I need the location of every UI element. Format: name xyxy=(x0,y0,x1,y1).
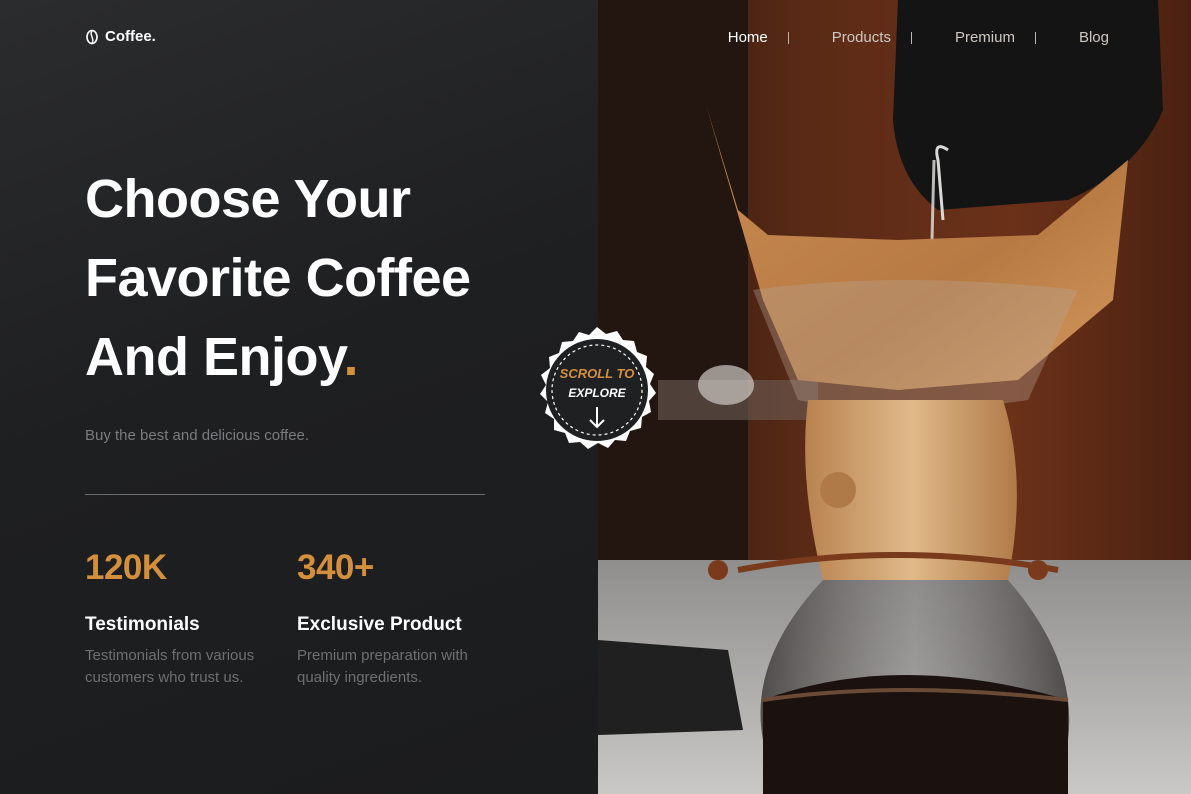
hero-subtitle: Buy the best and delicious coffee. xyxy=(85,427,310,444)
stat-description-line-1: Testimonials from various xyxy=(85,647,255,664)
stat-description-line-2: quality ingredients. xyxy=(297,669,423,686)
nav-blog[interactable]: Blog xyxy=(1079,29,1109,46)
stat-title: Exclusive Product xyxy=(297,614,462,635)
headline-line-3: And Enjoy xyxy=(85,327,344,387)
badge-text-line-2: EXPLORE xyxy=(568,386,626,400)
stat-description: Premium preparation with quality ingredi… xyxy=(297,645,497,689)
nav-separator xyxy=(787,31,789,44)
stat-description-line-1: Premium preparation with xyxy=(297,647,468,664)
hero-image: Home Products Premium Blog xyxy=(598,0,1191,794)
main-nav: Home Products Premium Blog xyxy=(728,29,1109,46)
scroll-to-explore-badge[interactable]: SCROLL TO EXPLORE xyxy=(530,323,664,457)
hero-headline: Choose Your Favorite Coffee And Enjoy. xyxy=(85,160,471,397)
coffee-bean-icon xyxy=(86,29,98,44)
badge-text-line-1: SCROLL TO xyxy=(560,366,635,381)
nav-separator xyxy=(1034,31,1036,44)
brand-logo[interactable]: Coffee. xyxy=(85,28,156,45)
stat-value: 340+ xyxy=(297,548,374,587)
nav-products[interactable]: Products xyxy=(832,29,891,46)
nav-separator xyxy=(910,31,912,44)
brand-name: Coffee. xyxy=(105,28,156,45)
stat-description-line-2: customers who trust us. xyxy=(85,669,244,686)
divider xyxy=(85,494,485,495)
stat-description: Testimonials from various customers who … xyxy=(85,645,285,689)
hero-panel: Coffee. Choose Your Favorite Coffee And … xyxy=(0,0,598,794)
stat-testimonials: 120K Testimonials Testimonials from vari… xyxy=(85,548,285,689)
nav-home[interactable]: Home xyxy=(728,29,768,46)
headline-accent-dot: . xyxy=(343,327,359,387)
stat-exclusive-product: 340+ Exclusive Product Premium preparati… xyxy=(297,548,497,689)
stat-title: Testimonials xyxy=(85,614,200,635)
chemex-coffee-photo xyxy=(598,0,1191,794)
stat-value: 120K xyxy=(85,548,167,587)
badge-seal: SCROLL TO EXPLORE xyxy=(540,327,656,449)
nav-premium[interactable]: Premium xyxy=(955,29,1015,46)
headline-line-1: Choose Your xyxy=(85,169,411,229)
headline-line-2: Favorite Coffee xyxy=(85,248,471,308)
